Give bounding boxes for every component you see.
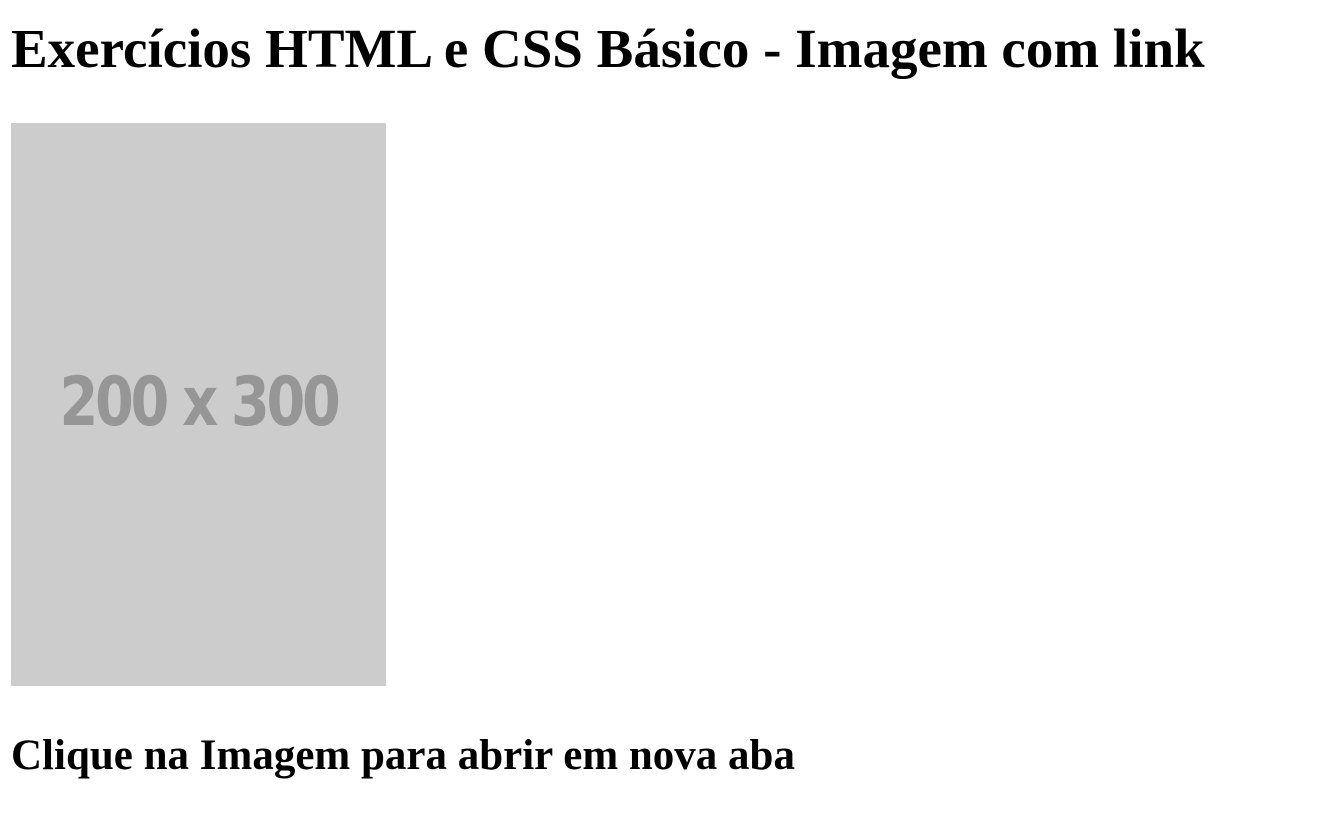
caption: Clique na Imagem para abrir em nova aba [11,732,795,779]
image-link[interactable]: 200 x 300 [11,123,386,686]
page-title: Exercícios HTML e CSS Básico - Imagem co… [11,18,1205,79]
page: Exercícios HTML e CSS Básico - Imagem co… [0,0,1330,820]
placeholder-image-label: 200 x 300 [59,363,340,442]
placeholder-image[interactable]: 200 x 300 [11,123,386,686]
